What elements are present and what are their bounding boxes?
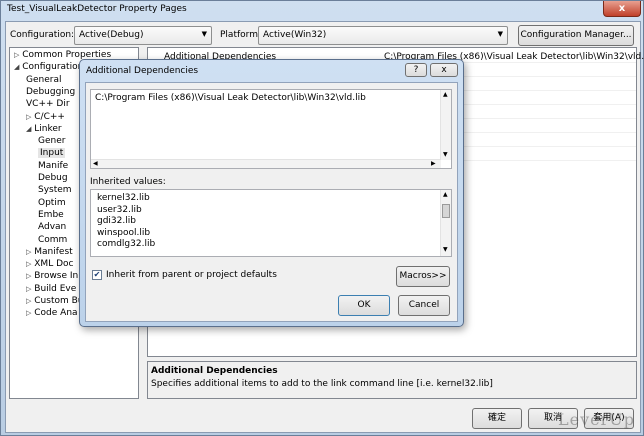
description-text: Specifies additional items to add to the…: [151, 379, 493, 389]
window-title: Test_VisualLeakDetector Property Pages: [7, 4, 187, 14]
tree-item[interactable]: Comm: [38, 235, 67, 245]
tree-item[interactable]: Optim: [38, 198, 66, 208]
tree-item-label: Manifest: [34, 246, 73, 257]
tree-item[interactable]: ▷ Build Eve: [26, 284, 76, 294]
tree-item-label: Linker: [34, 123, 62, 134]
tree-item-label: Embe: [38, 209, 64, 220]
tree-item[interactable]: Gener: [38, 136, 65, 146]
inherited-scrollbar[interactable]: ▲ ▼: [440, 190, 451, 256]
platform-select[interactable]: Active(Win32) ▼: [258, 26, 508, 45]
scroll-down-icon[interactable]: ▼: [443, 246, 448, 253]
scroll-up-icon[interactable]: ▲: [443, 91, 448, 98]
tree-item[interactable]: VC++ Dir: [26, 99, 70, 109]
tree-item-label: Manife: [38, 160, 69, 171]
tree-item-label: Debugging: [26, 86, 76, 97]
inherited-value-item: kernel32.lib: [97, 193, 150, 203]
tree-item-label: System: [38, 185, 72, 196]
property-pages-window: Test_VisualLeakDetector Property Pages x…: [0, 0, 644, 436]
edit-horizontal-scrollbar[interactable]: ◀ ▶: [91, 159, 441, 168]
expand-arrow-icon[interactable]: ▷: [26, 260, 31, 268]
tree-item[interactable]: ▷ Custom Bu: [26, 296, 83, 306]
dependencies-edit-box[interactable]: C:\Program Files (x86)\Visual Leak Detec…: [90, 89, 452, 169]
inherited-value-item: gdi32.lib: [97, 216, 136, 226]
collapse-arrow-icon[interactable]: ◢: [14, 63, 19, 71]
tree-item-label: Gener: [38, 136, 66, 147]
description-title: Additional Dependencies: [151, 366, 278, 376]
tree-item-label: Optim: [38, 197, 66, 208]
scroll-up-icon[interactable]: ▲: [443, 191, 448, 198]
tree-item-label: Configuration: [22, 62, 84, 73]
tree-item-label: Custom Bu: [34, 296, 84, 306]
tree-item-label: Comm: [38, 234, 68, 245]
tree-item[interactable]: ▷ XML Doc: [26, 259, 73, 269]
tree-item[interactable]: Debugging: [26, 87, 75, 97]
dependencies-edit-value: C:\Program Files (x86)\Visual Leak Detec…: [95, 93, 366, 103]
dialog-cancel-button[interactable]: Cancel: [398, 295, 450, 316]
platform-label: Platform:: [220, 30, 261, 40]
expand-arrow-icon[interactable]: ▷: [14, 51, 19, 59]
expand-arrow-icon[interactable]: ▷: [26, 285, 31, 293]
window-close-button[interactable]: x: [603, 1, 641, 17]
dialog-title: Additional Dependencies: [86, 66, 199, 76]
title-bar: Test_VisualLeakDetector Property Pages x: [1, 1, 644, 19]
tree-item[interactable]: System: [38, 185, 72, 195]
expand-arrow-icon[interactable]: ▷: [26, 113, 31, 121]
tree-item-label: General: [26, 74, 62, 85]
tree-item[interactable]: ◢ Configuration: [14, 62, 83, 72]
scroll-right-icon[interactable]: ▶: [431, 160, 436, 167]
expand-arrow-icon[interactable]: ▷: [26, 272, 31, 280]
scroll-thumb[interactable]: [442, 204, 450, 218]
configuration-value: Active(Debug): [79, 30, 144, 40]
ok-button[interactable]: 確定: [472, 408, 522, 429]
scroll-left-icon[interactable]: ◀: [93, 160, 98, 167]
inherit-checkbox-label: Inherit from parent or project defaults: [106, 270, 277, 280]
help-button[interactable]: ?: [405, 63, 427, 77]
tree-item-label: Debug: [38, 173, 68, 183]
edit-vertical-scrollbar[interactable]: ▲ ▼: [440, 90, 451, 160]
expand-arrow-icon[interactable]: ▷: [26, 297, 31, 305]
watermark: LeverUp: [558, 410, 635, 429]
dialog-ok-button[interactable]: OK: [338, 295, 390, 316]
tree-item[interactable]: ▷ Manifest: [26, 247, 73, 257]
inherited-value-item: comdlg32.lib: [97, 239, 156, 249]
chevron-down-icon: ▼: [497, 30, 503, 38]
tree-item[interactable]: Input: [38, 148, 66, 159]
tree-item-label: XML Doc: [34, 259, 74, 270]
tree-item-label: Build Eve: [34, 283, 77, 294]
tree-item[interactable]: Embe: [38, 210, 64, 220]
tree-item-label: VC++ Dir: [26, 99, 70, 110]
configuration-manager-button[interactable]: Configuration Manager...: [518, 25, 634, 46]
tree-item-label: Browse In: [34, 271, 79, 282]
platform-value: Active(Win32): [263, 30, 327, 40]
configuration-label: Configuration:: [10, 30, 75, 40]
chevron-down-icon: ▼: [201, 30, 207, 38]
configuration-select[interactable]: Active(Debug) ▼: [74, 26, 212, 45]
tree-item[interactable]: ◢ Linker: [26, 124, 62, 134]
additional-dependencies-dialog: Additional Dependencies ? x C:\Program F…: [79, 59, 464, 327]
tree-item-label: C/C++: [34, 111, 65, 122]
tree-item[interactable]: General: [26, 75, 61, 85]
tree-item-label: Advan: [38, 222, 67, 233]
tree-item[interactable]: Advan: [38, 222, 66, 232]
inherited-values-label: Inherited values:: [90, 177, 166, 187]
tree-item[interactable]: ▷ Browse In: [26, 271, 78, 281]
description-panel: Additional Dependencies Specifies additi…: [147, 361, 637, 399]
tree-item-label: Code Ana: [34, 308, 78, 319]
inherit-checkbox[interactable]: ✔: [92, 270, 102, 280]
inherited-values-list[interactable]: ▲ ▼ kernel32.lib user32.lib gdi32.lib winsp…: [90, 189, 452, 257]
macros-button[interactable]: Macros>>: [396, 266, 450, 287]
scroll-down-icon[interactable]: ▼: [443, 151, 448, 158]
tree-item-label: Input: [40, 148, 64, 159]
tree-item[interactable]: ▷ C/C++: [26, 112, 65, 122]
collapse-arrow-icon[interactable]: ◢: [26, 125, 31, 133]
inherited-value-item: winspool.lib: [97, 227, 151, 238]
expand-arrow-icon[interactable]: ▷: [26, 309, 31, 317]
tree-item[interactable]: Manife: [38, 161, 68, 171]
tree-item[interactable]: ▷ Code Ana: [26, 308, 78, 318]
dialog-client: C:\Program Files (x86)\Visual Leak Detec…: [85, 82, 458, 322]
dialog-close-button[interactable]: x: [430, 63, 458, 77]
tree-item[interactable]: Debug: [38, 173, 68, 183]
inherited-value-item: user32.lib: [97, 204, 142, 215]
expand-arrow-icon[interactable]: ▷: [26, 248, 31, 256]
